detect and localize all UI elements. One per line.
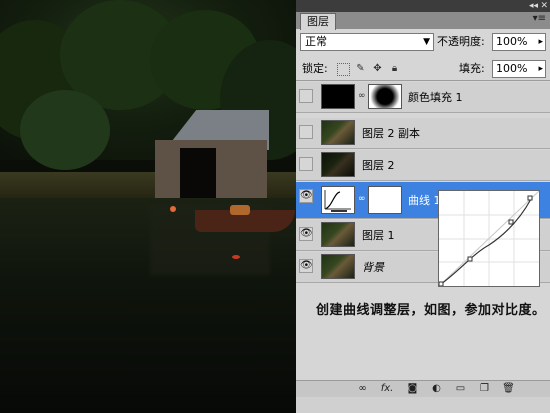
visibility-toggle[interactable]: [299, 157, 313, 171]
layer-name[interactable]: 图层 2 副本: [362, 125, 420, 141]
layer-row-color-fill[interactable]: ∞ 颜色填充 1: [296, 82, 550, 113]
photo-canvas: [0, 0, 296, 413]
curves-preview: [438, 190, 540, 287]
fx-icon[interactable]: fx.: [378, 382, 396, 395]
link-layers-icon[interactable]: ∞: [356, 382, 369, 395]
trash-icon[interactable]: 🗑︎: [502, 382, 515, 395]
tutorial-caption: 创建曲线调整层，如图，参加对比度。: [316, 303, 546, 318]
visibility-toggle[interactable]: 👁︎: [299, 227, 313, 241]
blend-mode-value: 正常: [305, 35, 327, 48]
panel-top-strip: ◂◂ ✕: [296, 0, 550, 12]
panel-tabbar: 图层 ▾≡: [296, 12, 550, 30]
collapse-panel-icon[interactable]: ◂◂: [529, 0, 538, 12]
opacity-label: 不透明度:: [437, 35, 485, 48]
dropdown-arrow-icon[interactable]: ▸: [538, 61, 543, 77]
panel-footer: [296, 397, 550, 413]
layer-thumbnail: [321, 254, 355, 279]
panel-bottom-toolbar: ∞ fx. ◙ ◐ ▭ ❐ 🗑︎: [296, 380, 550, 397]
water-glint: [170, 206, 176, 212]
adjustment-layer-icon[interactable]: ◐: [430, 382, 443, 395]
layer-name[interactable]: 图层 2: [362, 157, 395, 173]
dropdown-arrow-icon: ▼: [423, 37, 430, 47]
layer-thumbnail: [321, 222, 355, 247]
layer-name[interactable]: 背景: [362, 259, 384, 275]
lock-image-icon[interactable]: ✎: [355, 63, 366, 74]
layer-mask-thumbnail[interactable]: [368, 186, 402, 214]
tab-layers[interactable]: 图层: [300, 13, 336, 30]
water-glint: [232, 255, 240, 259]
fill-value: 100%: [496, 62, 528, 75]
layer-thumbnail: [321, 84, 355, 109]
layer-row-layer2[interactable]: 图层 2: [296, 150, 550, 181]
layer-row-layer2-copy[interactable]: 图层 2 副本: [296, 118, 550, 149]
layer-mask-thumbnail[interactable]: [368, 84, 402, 109]
layer-name[interactable]: 图层 1: [362, 227, 395, 243]
fill-field[interactable]: 100% ▸: [492, 60, 546, 78]
close-panel-icon[interactable]: ✕: [540, 0, 548, 12]
fill-label: 填充:: [459, 62, 485, 75]
blend-opacity-row: 正常 ▼ 不透明度: 100% ▸: [296, 30, 550, 56]
curve-glyph: [324, 190, 351, 212]
curve-graph: [438, 190, 540, 287]
opacity-field[interactable]: 100% ▸: [492, 33, 546, 51]
panel-menu-icon[interactable]: ▾≡: [533, 13, 546, 24]
lock-label: 锁定:: [302, 62, 328, 75]
lock-all-icon[interactable]: 🔒︎: [389, 63, 400, 74]
new-group-icon[interactable]: ▭: [454, 382, 467, 395]
boathouse-door: [180, 148, 216, 200]
curve-point[interactable]: [527, 195, 533, 201]
layer-name[interactable]: 颜色填充 1: [408, 89, 463, 105]
visibility-toggle[interactable]: [299, 89, 313, 103]
curve-point[interactable]: [438, 281, 444, 287]
curve-point[interactable]: [508, 219, 514, 225]
opacity-value: 100%: [496, 35, 528, 48]
layer-thumbnail: [321, 120, 355, 145]
chain-link-icon[interactable]: ∞: [358, 194, 366, 204]
curves-adjustment-icon: [321, 186, 355, 214]
new-layer-icon[interactable]: ❐: [478, 382, 491, 395]
visibility-toggle[interactable]: 👁︎: [299, 189, 313, 203]
boat-seat: [230, 205, 250, 215]
visibility-toggle[interactable]: 👁︎: [299, 259, 313, 273]
lock-transparency-icon[interactable]: [337, 63, 350, 76]
blend-mode-select[interactable]: 正常 ▼: [300, 33, 434, 51]
chain-link-icon[interactable]: ∞: [358, 91, 366, 101]
lock-fill-row: 锁定: ✎ ✥ 🔒︎ 填充: 100% ▸: [296, 58, 550, 81]
lock-position-icon[interactable]: ✥: [372, 63, 383, 74]
layer-name[interactable]: 曲线 1: [408, 192, 441, 208]
curve-point[interactable]: [467, 256, 473, 262]
tree: [20, 90, 110, 170]
visibility-toggle[interactable]: [299, 125, 313, 139]
add-mask-icon[interactable]: ◙: [406, 382, 419, 395]
layer-thumbnail: [321, 152, 355, 177]
dropdown-arrow-icon[interactable]: ▸: [538, 34, 543, 50]
